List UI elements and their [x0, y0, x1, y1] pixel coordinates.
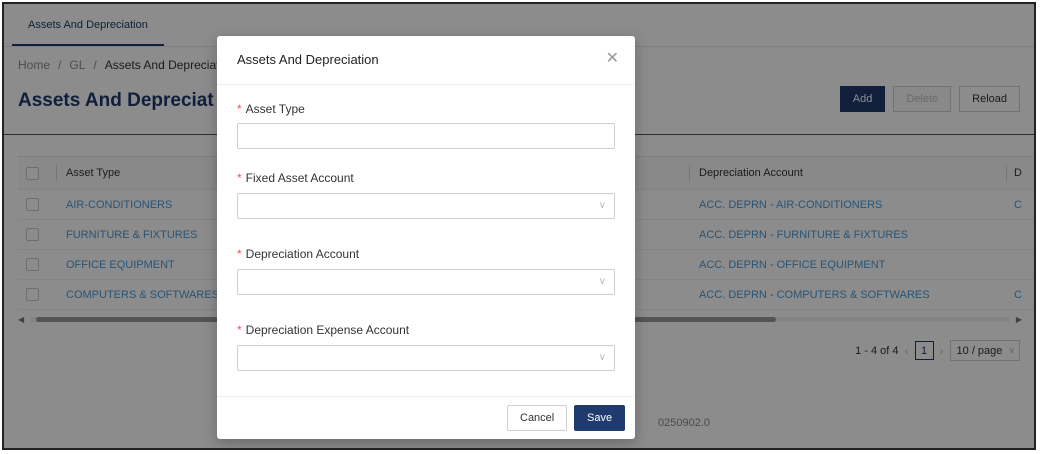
required-mark: * — [237, 171, 242, 185]
close-icon[interactable]: ✕ — [606, 48, 619, 68]
modal-header-divider — [217, 84, 635, 85]
assets-modal: Assets And Depreciation ✕ * Asset Type * F… — [217, 36, 635, 439]
depreciation-expense-account-select[interactable]: ∨ — [237, 345, 615, 371]
chevron-down-icon: ∨ — [598, 276, 606, 287]
required-mark: * — [237, 102, 242, 116]
fixed-asset-account-label: * Fixed Asset Account — [237, 171, 354, 185]
depreciation-account-label-text: Depreciation Account — [245, 247, 360, 261]
required-mark: * — [237, 247, 242, 261]
chevron-down-icon: ∨ — [598, 352, 606, 363]
modal-footer: Cancel Save — [217, 396, 635, 439]
asset-type-label-text: Asset Type — [245, 102, 305, 116]
depreciation-expense-account-label: * Depreciation Expense Account — [237, 323, 409, 337]
fixed-asset-account-select[interactable]: ∨ — [237, 193, 615, 219]
required-mark: * — [237, 323, 242, 337]
modal-title: Assets And Depreciation — [237, 52, 379, 67]
save-button[interactable]: Save — [574, 405, 626, 431]
fixed-asset-account-label-text: Fixed Asset Account — [245, 171, 354, 185]
app-frame: Assets And Depreciation Home / GL / Assets A… — [2, 2, 1036, 450]
chevron-down-icon: ∨ — [598, 200, 606, 211]
depreciation-account-label: * Depreciation Account — [237, 247, 359, 261]
asset-type-label: * Asset Type — [237, 102, 305, 116]
asset-type-input[interactable] — [237, 123, 615, 149]
cancel-button[interactable]: Cancel — [507, 405, 568, 431]
depreciation-expense-account-label-text: Depreciation Expense Account — [245, 323, 410, 337]
depreciation-account-select[interactable]: ∨ — [237, 269, 615, 295]
